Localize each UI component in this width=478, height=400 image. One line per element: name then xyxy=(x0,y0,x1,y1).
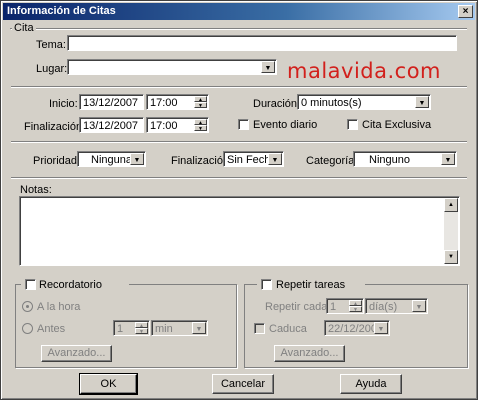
chevron-down-icon[interactable]: ▼ xyxy=(374,322,388,334)
fin-time-spinner[interactable]: ▲ ▼ xyxy=(194,119,207,132)
duracion-label: Duración: xyxy=(253,98,301,110)
repetir-unit-value: día(s) xyxy=(369,301,398,313)
finalizacion-label: Finalización: xyxy=(24,121,86,133)
repetir-unit-select[interactable]: día(s) ▼ xyxy=(365,298,428,314)
divider-3 xyxy=(11,177,467,179)
chevron-down-icon[interactable]: ▼ xyxy=(441,153,455,165)
fin-time: 17:00 xyxy=(150,120,178,132)
a-la-hora-radio[interactable] xyxy=(22,301,33,312)
categoria-value: Ninguno xyxy=(369,154,410,166)
notas-scrollbar[interactable]: ▲ ▼ xyxy=(444,198,458,264)
repetir-advanced-button[interactable]: Avanzado... xyxy=(274,345,345,362)
repetir-cada-field[interactable]: 1 ▲ ▼ xyxy=(326,298,364,314)
fin-time-field[interactable]: 17:00 ▲ ▼ xyxy=(146,117,209,133)
window-title: Información de Citas xyxy=(7,5,116,17)
evento-diario-label: Evento diario xyxy=(253,119,318,131)
appointment-dialog: Información de Citas × Cita Tema: Lugar:… xyxy=(0,0,478,400)
chevron-down-icon[interactable]: ▼ xyxy=(192,322,206,334)
chevron-down-icon[interactable]: ▼ xyxy=(415,96,429,108)
finalizacion-select[interactable]: Sin Fecha ▼ xyxy=(223,151,284,167)
title-bar: Información de Citas × xyxy=(3,3,475,20)
antes-value-field[interactable]: 1 ▲ ▼ xyxy=(113,320,150,336)
caduca-date-select[interactable]: 22/12/2007 ▼ xyxy=(324,320,390,336)
antes-unit-select[interactable]: min ▼ xyxy=(151,320,208,336)
cita-group-label: Cita xyxy=(12,22,36,34)
inicio-time-spinner[interactable]: ▲ ▼ xyxy=(194,96,207,109)
repetir-label: Repetir tareas xyxy=(276,279,346,291)
repetir-checkbox[interactable] xyxy=(261,279,272,290)
prioridad-select[interactable]: Ninguna ▼ xyxy=(77,151,146,167)
inicio-label: Inicio: xyxy=(49,98,78,110)
evento-diario-checkbox[interactable] xyxy=(238,119,249,130)
repetir-cada-label: Repetir cada: xyxy=(265,301,331,313)
cita-exclusiva-checkbox[interactable] xyxy=(347,119,358,130)
caduca-checkbox[interactable] xyxy=(254,323,265,334)
fin-date-field[interactable]: 13/12/2007 xyxy=(79,117,144,133)
scroll-down-icon[interactable]: ▼ xyxy=(444,250,458,264)
chevron-down-icon[interactable]: ▼ xyxy=(412,300,426,312)
ok-button[interactable]: OK xyxy=(80,374,137,394)
cancel-button[interactable]: Cancelar xyxy=(212,374,274,394)
tema-input[interactable] xyxy=(67,35,457,51)
repetir-cada-spinner[interactable]: ▲ ▼ xyxy=(349,300,362,313)
chevron-down-icon[interactable]: ▼ xyxy=(130,153,144,165)
antes-unit-value: min xyxy=(155,323,173,335)
inicio-time: 17:00 xyxy=(150,97,178,109)
categoria-select[interactable]: Ninguno ▼ xyxy=(353,151,457,167)
inicio-date: 13/12/2007 xyxy=(83,97,139,109)
chevron-down-icon[interactable]: ▼ xyxy=(261,61,275,73)
prioridad-value: Ninguna xyxy=(91,154,132,166)
watermark-logo: malavida.com xyxy=(287,59,442,83)
cita-divider xyxy=(11,28,467,30)
antes-spinner[interactable]: ▲ ▼ xyxy=(135,322,148,335)
recordatorio-advanced-button[interactable]: Avanzado... xyxy=(41,345,112,362)
duracion-select[interactable]: 0 minutos(s) ▼ xyxy=(297,94,431,110)
recordatorio-label: Recordatorio xyxy=(39,279,102,291)
inicio-date-field[interactable]: 13/12/2007 xyxy=(79,94,144,110)
inicio-time-field[interactable]: 17:00 ▲ ▼ xyxy=(146,94,209,110)
scroll-up-icon[interactable]: ▲ xyxy=(444,198,458,212)
repetir-cada-value: 1 xyxy=(330,301,337,313)
divider-2 xyxy=(11,141,467,143)
fin-date: 13/12/2007 xyxy=(83,120,139,132)
duracion-value: 0 minutos(s) xyxy=(301,97,362,109)
help-button[interactable]: Ayuda xyxy=(340,374,402,394)
prioridad-label: Prioridad: xyxy=(33,155,81,167)
caduca-label: Caduca xyxy=(269,323,307,335)
antes-label: Antes xyxy=(37,323,66,335)
tema-label: Tema: xyxy=(36,39,66,51)
lugar-select[interactable]: ▼ xyxy=(67,59,277,75)
categoria-label: Categoría: xyxy=(306,155,358,167)
antes-radio[interactable] xyxy=(22,323,33,334)
a-la-hora-label: A la hora xyxy=(37,301,81,313)
close-button[interactable]: × xyxy=(458,5,473,18)
divider-1 xyxy=(11,86,467,88)
antes-value: 1 xyxy=(117,323,124,335)
notas-textarea[interactable]: ▲ ▼ xyxy=(19,196,460,266)
notas-label: Notas: xyxy=(20,184,52,196)
cita-exclusiva-label: Cita Exclusiva xyxy=(362,119,432,131)
chevron-down-icon[interactable]: ▼ xyxy=(268,153,282,165)
lugar-label: Lugar: xyxy=(36,63,68,75)
recordatorio-checkbox[interactable] xyxy=(25,279,36,290)
